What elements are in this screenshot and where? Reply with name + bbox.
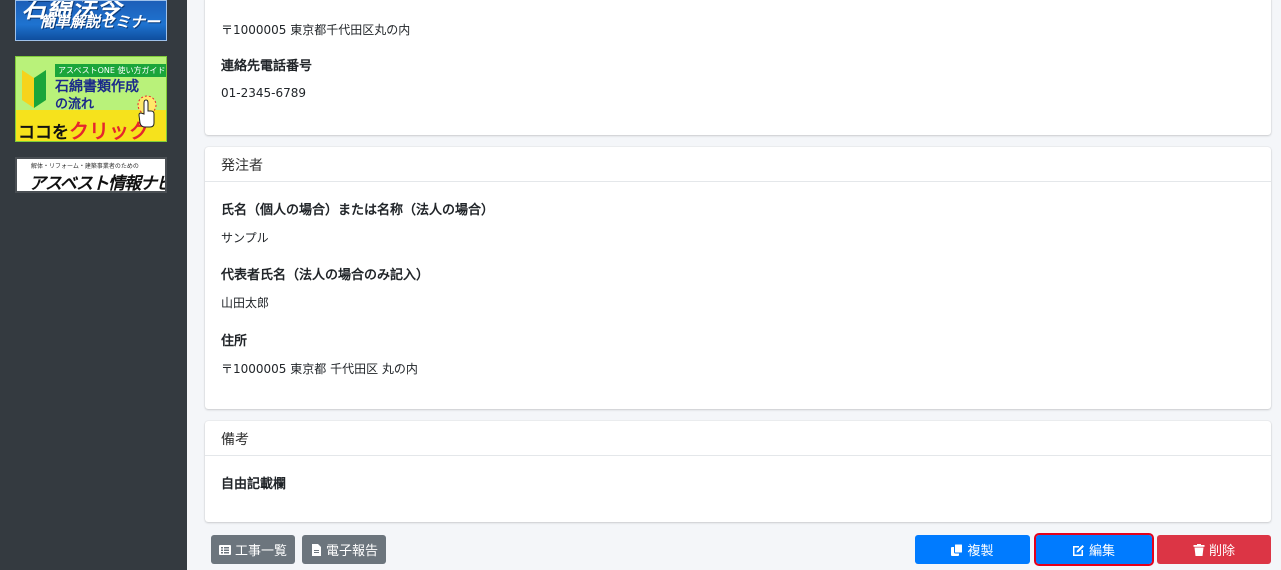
asbestos-navi-banner[interactable]: 解体・リフォーム・建築事業者のための アスベスト情報ナビ [15, 157, 167, 193]
edit-button-label: 編集 [1088, 544, 1115, 559]
orderer-rep-label: 代表者氏名（法人の場合のみ記入） [221, 268, 430, 283]
notes-card-header: 備考 [205, 421, 1271, 456]
e-report-button[interactable]: 電子報告 [302, 535, 386, 564]
orderer-name-value: サンプル [221, 231, 269, 245]
guide-banner-click-label: ココをクリック [18, 115, 149, 142]
pointer-hand-icon [137, 95, 157, 128]
orderer-card-header: 発注者 [205, 147, 1271, 182]
orderer-address-label: 住所 [221, 334, 248, 349]
seminar-banner-subtitle: 簡単解説セミナー [40, 13, 161, 31]
orderer-name-label: 氏名（個人の場合）または名称（法人の場合） [221, 203, 495, 218]
seminar-banner[interactable]: 石綿法令 簡単解説セミナー [15, 0, 167, 41]
edit-button[interactable]: 編集 [1034, 533, 1154, 566]
guide-banner[interactable]: アスベストONE 使い方ガイド 石綿書類作成 の流れ ココをクリック [15, 56, 167, 142]
works-list-button-label: 工事一覧 [234, 544, 287, 559]
navi-banner-title: アスベスト情報ナビ [29, 174, 167, 193]
list-icon [218, 544, 231, 555]
e-report-button-label: 電子報告 [325, 544, 378, 559]
copy-button-label: 複製 [967, 544, 994, 559]
orderer-address-value: 〒1000005 東京都 千代田区 丸の内 [221, 362, 418, 376]
sidebar: 石綿法令 簡単解説セミナー アスベストONE 使い方ガイド 石綿書類作成 の流れ… [0, 0, 187, 570]
orderer-card: 発注者 氏名（個人の場合）または名称（法人の場合） サンプル 代表者氏名（法人の… [205, 147, 1271, 409]
delete-button[interactable]: 削除 [1157, 535, 1271, 564]
contact-phone-value: 01-2345-6789 [221, 86, 307, 100]
trash-icon [1193, 543, 1205, 556]
click-prefix: ココを [18, 123, 69, 142]
contact-card: 〒1000005 東京都千代田区丸の内 連絡先電話番号 01-2345-6789 [205, 0, 1271, 135]
file-icon [311, 543, 321, 556]
edit-icon [1072, 544, 1084, 556]
beginner-mark-icon [22, 70, 46, 108]
orderer-rep-value: 山田太郎 [221, 296, 270, 310]
notes-card: 備考 自由記載欄 [205, 421, 1271, 522]
copy-icon [951, 543, 964, 556]
contact-address-value: 〒1000005 東京都千代田区丸の内 [221, 23, 411, 37]
notes-free-label: 自由記載欄 [221, 477, 287, 492]
delete-button-label: 削除 [1208, 544, 1235, 559]
works-list-button[interactable]: 工事一覧 [211, 535, 295, 564]
copy-button[interactable]: 複製 [915, 535, 1030, 564]
contact-phone-label: 連絡先電話番号 [221, 59, 313, 74]
